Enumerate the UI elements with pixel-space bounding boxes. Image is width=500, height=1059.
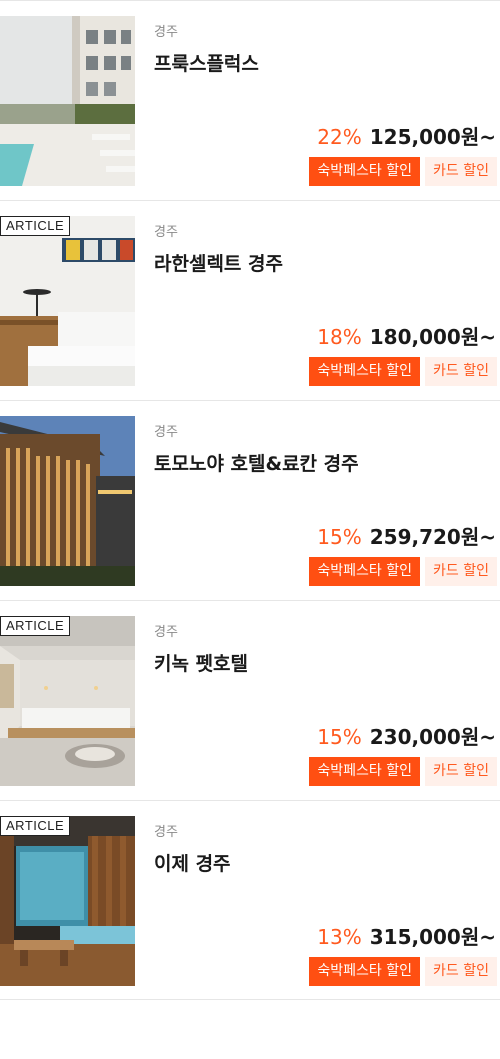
hotel-name[interactable]: 프룩스플럭스	[154, 49, 259, 76]
card-discount-badge: 카드 할인	[425, 157, 497, 186]
price: 230,000원~	[369, 725, 496, 749]
region-label: 경주	[154, 825, 178, 840]
ryokan-exterior-image	[0, 416, 135, 586]
hotel-name[interactable]: 토모노야 호텔&료칸 경주	[154, 449, 359, 476]
hotel-name[interactable]: 이제 경주	[154, 849, 231, 876]
festa-discount-badge: 숙박페스타 할인	[309, 557, 421, 586]
price-row: 13% 315,000원~	[317, 921, 496, 950]
list-item[interactable]: 경주 토모노야 호텔&료칸 경주 15% 259,720원~ 숙박페스타 할인 …	[0, 400, 500, 600]
price: 259,720원~	[369, 525, 496, 549]
discount-rate: 22%	[317, 125, 362, 149]
price-row: 15% 230,000원~	[317, 721, 496, 750]
region-label: 경주	[154, 25, 178, 40]
price: 125,000원~	[369, 125, 496, 149]
accommodation-list: 경주 프룩스플럭스 22% 125,000원~ 숙박페스타 할인 카드 할인 A…	[0, 0, 500, 1000]
hotel-name[interactable]: 라한셀렉트 경주	[154, 249, 283, 276]
indoor-bath-image	[0, 816, 135, 986]
region-label: 경주	[154, 225, 178, 240]
pet-hotel-room-image	[0, 616, 135, 786]
price-row: 22% 125,000원~	[317, 121, 496, 150]
list-item[interactable]: 경주 프룩스플럭스 22% 125,000원~ 숙박페스타 할인 카드 할인	[0, 0, 500, 200]
price-row: 18% 180,000원~	[317, 321, 496, 350]
price: 315,000원~	[369, 925, 496, 949]
pet-hotel-room-photo[interactable]: ARTICLE	[0, 616, 135, 786]
price-row: 15% 259,720원~	[317, 521, 496, 550]
festa-discount-badge: 숙박페스타 할인	[309, 357, 421, 386]
badge-group: 숙박페스타 할인 카드 할인	[309, 957, 497, 986]
festa-discount-badge: 숙박페스타 할인	[309, 157, 421, 186]
list-item[interactable]: ARTICLE 경주 키녹 펫호텔 15% 230,000원~ 숙박페스타 할인…	[0, 600, 500, 800]
discount-rate: 18%	[317, 325, 362, 349]
hotel-bedroom-image	[0, 216, 135, 386]
badge-group: 숙박페스타 할인 카드 할인	[309, 157, 497, 186]
card-discount-badge: 카드 할인	[425, 757, 497, 786]
festa-discount-badge: 숙박페스타 할인	[309, 957, 421, 986]
card-discount-badge: 카드 할인	[425, 557, 497, 586]
discount-rate: 13%	[317, 925, 362, 949]
hotel-name[interactable]: 키녹 펫호텔	[154, 649, 248, 676]
badge-group: 숙박페스타 할인 카드 할인	[309, 557, 497, 586]
card-discount-badge: 카드 할인	[425, 357, 497, 386]
list-item[interactable]: ARTICLE 경주 라한셀렉트 경주 18% 180,000원~ 숙박페스타 …	[0, 200, 500, 400]
badge-group: 숙박페스타 할인 카드 할인	[309, 757, 497, 786]
badge-group: 숙박페스타 할인 카드 할인	[309, 357, 497, 386]
card-discount-badge: 카드 할인	[425, 957, 497, 986]
hotel-pool-image	[0, 16, 135, 186]
festa-discount-badge: 숙박페스타 할인	[309, 757, 421, 786]
article-tag: ARTICLE	[0, 216, 71, 236]
hotel-pool-photo[interactable]	[0, 16, 135, 186]
price: 180,000원~	[369, 325, 496, 349]
list-item[interactable]: ARTICLE 경주 이제 경주 13% 315,000원~ 숙박페스타 할인 …	[0, 800, 500, 1000]
discount-rate: 15%	[317, 525, 362, 549]
discount-rate: 15%	[317, 725, 362, 749]
indoor-bath-photo[interactable]: ARTICLE	[0, 816, 135, 986]
ryokan-exterior-photo[interactable]	[0, 416, 135, 586]
region-label: 경주	[154, 425, 178, 440]
article-tag: ARTICLE	[0, 816, 71, 836]
article-tag: ARTICLE	[0, 616, 71, 636]
hotel-bedroom-photo[interactable]: ARTICLE	[0, 216, 135, 386]
region-label: 경주	[154, 625, 178, 640]
